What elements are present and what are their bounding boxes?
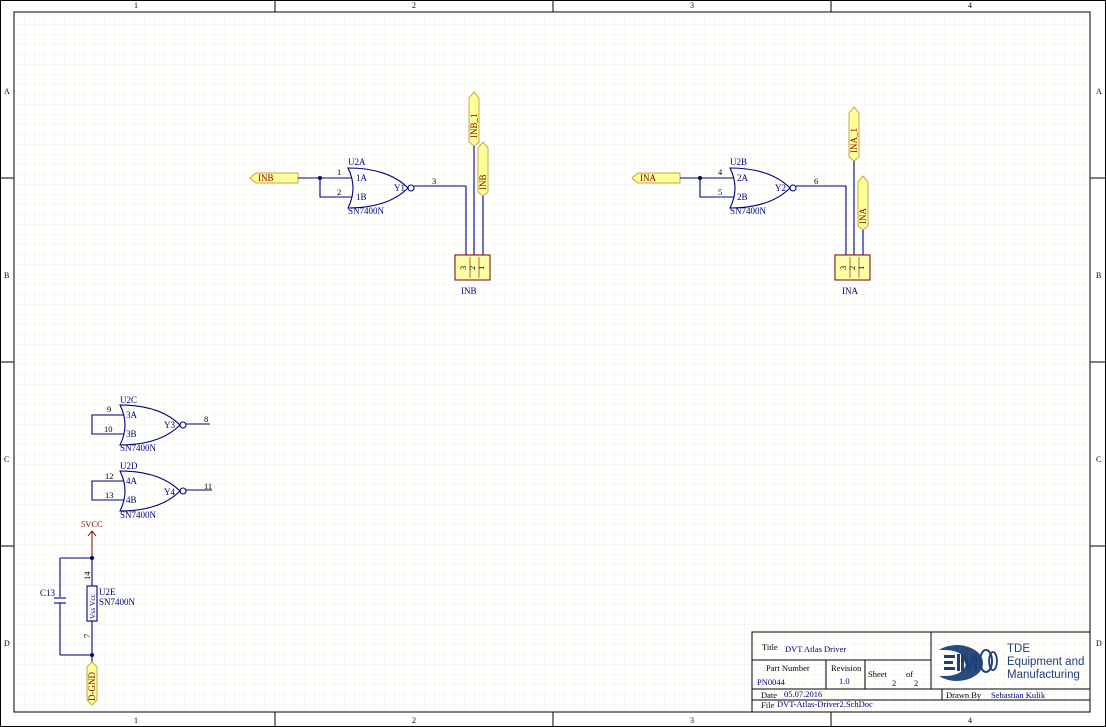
- row-label-d: D: [4, 639, 10, 648]
- title-label: Title: [762, 642, 778, 652]
- port-ina-1-label: INA_1: [849, 128, 859, 153]
- date-label: Date: [761, 690, 777, 700]
- pin-name-out: Y4: [164, 487, 175, 497]
- gate-part: SN7400N: [730, 206, 767, 216]
- supply-ref: U2E: [99, 587, 116, 597]
- header-pin-1: 1: [476, 266, 486, 270]
- port-inb-vertical-label: INB: [478, 175, 488, 191]
- header-pin-1: 1: [856, 266, 866, 270]
- pin-number-out: 3: [432, 176, 436, 186]
- sheet-value: 2: [892, 678, 896, 688]
- port-dgnd-label: D-GND: [87, 672, 97, 701]
- of-label: of: [906, 669, 913, 679]
- pin-name-a: 4A: [126, 476, 138, 486]
- row-label-b: B: [4, 271, 9, 280]
- capacitor-ref: C13: [40, 588, 56, 598]
- drawn-by-value: Sebastian Kulik: [991, 690, 1046, 700]
- supply-pin-top: 14: [82, 571, 92, 580]
- pin-number-out: 6: [814, 176, 818, 186]
- pin-number-a: 9: [107, 404, 111, 414]
- pin-number-b: 5: [718, 187, 722, 197]
- col-label-1: 1: [134, 1, 138, 10]
- row-label-b-right: B: [1096, 271, 1101, 280]
- col-label-3: 3: [690, 1, 694, 10]
- pin-name-out: Y1: [394, 183, 405, 193]
- col-label-4-bottom: 4: [968, 716, 972, 725]
- pin-number-b: 10: [104, 424, 113, 434]
- port-ina-vertical-label: INA: [858, 208, 868, 224]
- date-value: 05.07.2016: [784, 689, 822, 699]
- pin-name-a: 3A: [126, 410, 138, 420]
- gate-ref: U2C: [120, 395, 137, 405]
- pin-name-b: 3B: [126, 429, 137, 439]
- supply-part: SN7400N: [99, 597, 136, 607]
- row-label-d-right: D: [1096, 639, 1102, 648]
- gate-part: SN7400N: [348, 206, 385, 216]
- pin-number-a: 1: [337, 167, 341, 177]
- port-inb-1-label: INB_1: [469, 114, 479, 139]
- pin-name-a: 1A: [356, 173, 368, 183]
- row-label-c-right: C: [1096, 455, 1101, 464]
- col-label-1-bottom: 1: [134, 716, 138, 725]
- row-label-a: A: [4, 87, 10, 96]
- file-value: DVT-Atlas-Driver2.SchDoc: [777, 699, 873, 709]
- pin-name-out: Y3: [164, 420, 175, 430]
- header-inb-label: INB: [461, 286, 477, 296]
- pin-name-b: 4B: [126, 495, 137, 505]
- company-name-line3: Manufacturing: [1007, 669, 1080, 681]
- col-label-2: 2: [412, 1, 416, 10]
- revision-value: 1.0: [839, 676, 850, 686]
- junction-dot: [90, 556, 94, 560]
- gate-ref: U2D: [120, 461, 138, 471]
- supply-inner-label: Vss Vcc: [88, 593, 97, 619]
- pin-number-out: 8: [204, 414, 208, 424]
- pin-name-b: 1B: [356, 192, 367, 202]
- header-ina-label: INA: [842, 286, 858, 296]
- pin-number-out: 11: [204, 481, 212, 491]
- pin-number-a: 12: [105, 471, 114, 481]
- gate-part: SN7400N: [120, 510, 157, 520]
- gate-part: SN7400N: [120, 443, 157, 453]
- of-value: 2: [914, 678, 918, 688]
- junction-dot: [318, 176, 322, 180]
- file-label: File: [761, 700, 774, 710]
- pin-name-b: 2B: [737, 192, 748, 202]
- pin-name-a: 2A: [737, 173, 749, 183]
- gate-ref: U2B: [730, 157, 747, 167]
- col-label-3-bottom: 3: [690, 716, 694, 725]
- pin-number-b: 2: [337, 187, 341, 197]
- sheet-label: Sheet: [868, 669, 888, 679]
- junction-dot: [698, 176, 702, 180]
- part-number-value: PN0044: [757, 677, 786, 687]
- port-ina-input-label: INA: [640, 173, 656, 183]
- supply-pin-bottom: 7: [82, 634, 92, 638]
- part-number-label: Part Number: [766, 663, 810, 673]
- port-inb-input-label: INB: [258, 173, 274, 183]
- gate-ref: U2A: [348, 157, 366, 167]
- row-label-a-right: A: [1096, 87, 1102, 96]
- pin-name-out: Y2: [775, 183, 786, 193]
- schematic-sheet: 1 2 3 4 1 2 3 4 A B C D A B C D INB U2A …: [0, 0, 1106, 727]
- company-name-line1: TDE: [1007, 643, 1030, 655]
- col-label-4: 4: [968, 1, 972, 10]
- col-label-2-bottom: 2: [412, 716, 416, 725]
- revision-label: Revision: [831, 663, 862, 673]
- vcc-net-label: 5VCC: [81, 519, 103, 529]
- company-name-line2: Equipment and: [1007, 656, 1084, 668]
- pin-number-b: 13: [105, 490, 114, 500]
- drawing-area: [14, 12, 1090, 712]
- drawn-by-label: Drawn By: [946, 690, 982, 700]
- row-label-c: C: [4, 455, 9, 464]
- title-value: DVT Atlas Driver: [785, 644, 846, 654]
